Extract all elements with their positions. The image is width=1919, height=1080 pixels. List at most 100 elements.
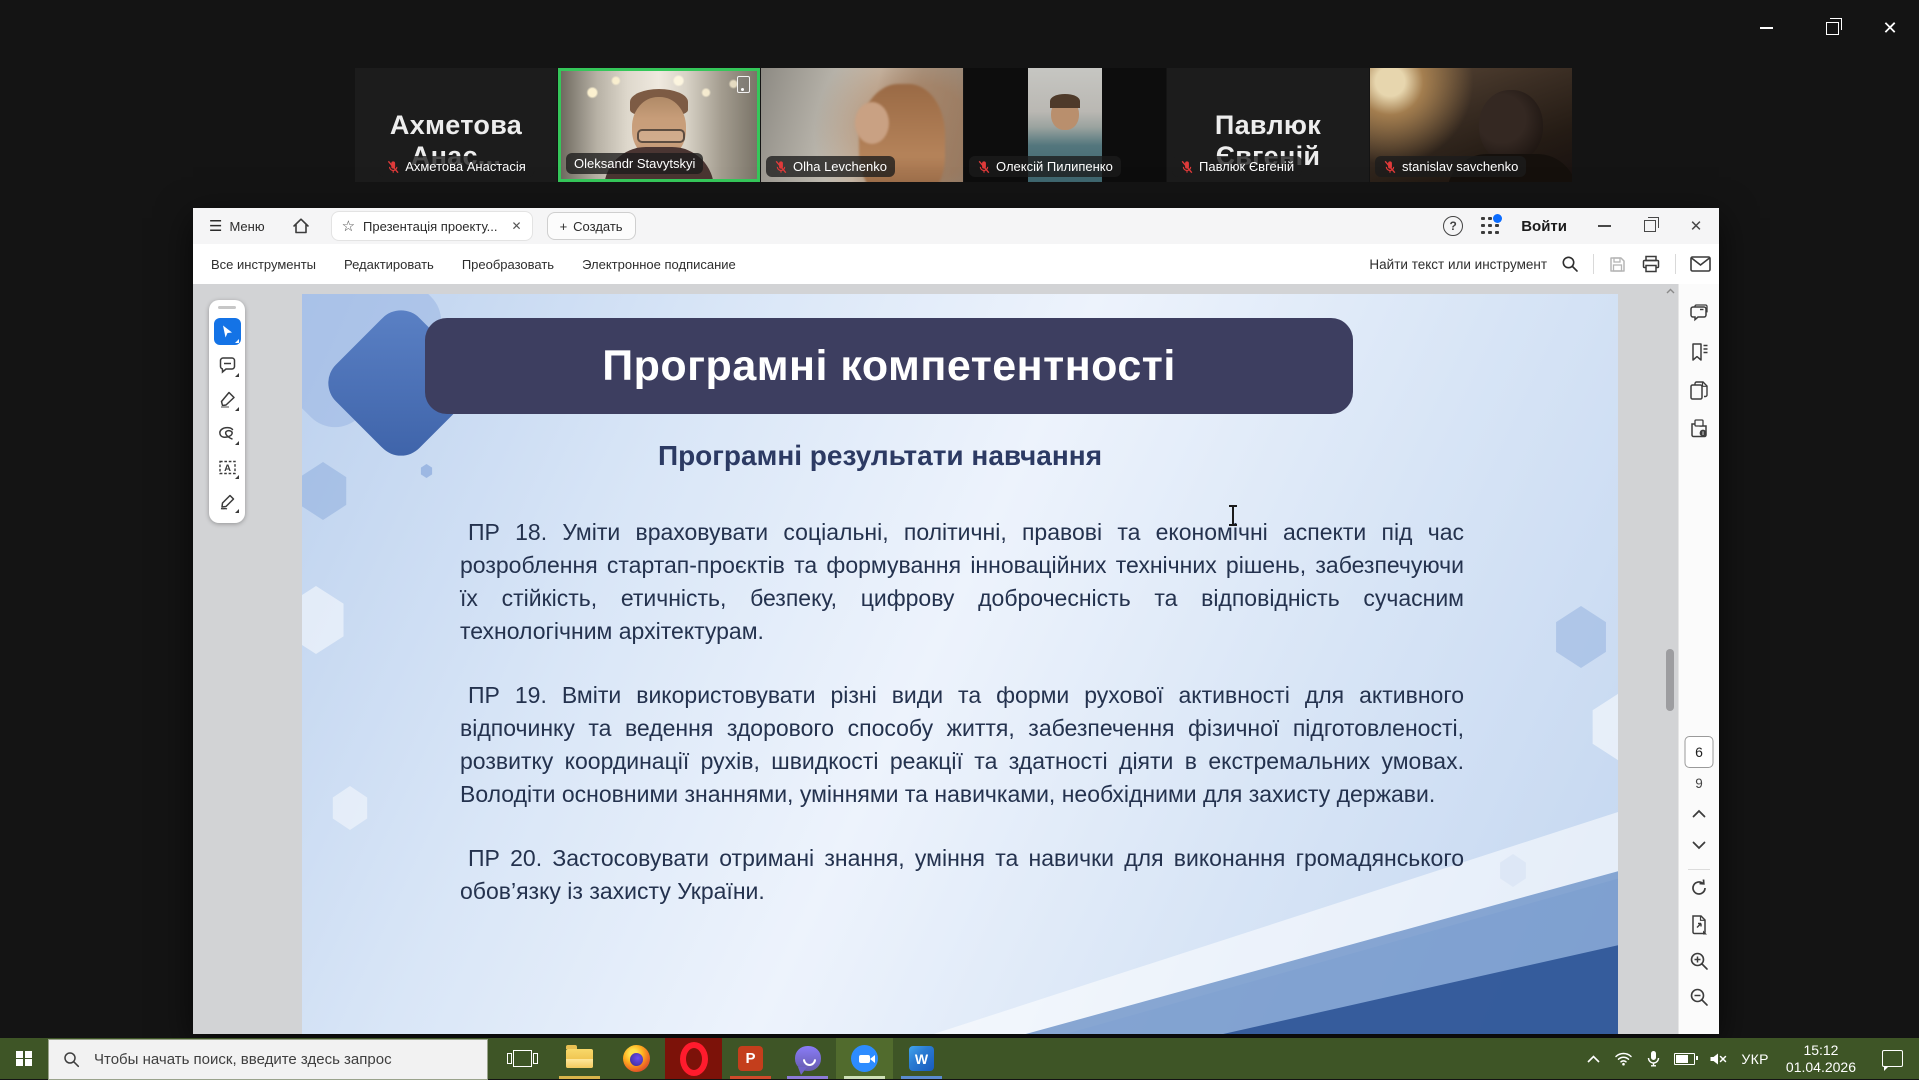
slide-title: Програмні компетентності: [602, 342, 1176, 391]
zoom-app-button[interactable]: [836, 1038, 893, 1079]
zoom-out-icon: [1689, 987, 1709, 1007]
text-cursor: [1228, 504, 1238, 528]
participant-tile[interactable]: stanislav savchenko: [1370, 68, 1572, 182]
rotate-page-button[interactable]: [1689, 878, 1709, 898]
acrobat-window: ☰ Меню ☆ Презентація проекту... ✕ + Созд…: [193, 208, 1719, 1034]
zoom-out-button[interactable]: [1689, 987, 1709, 1007]
lasso-icon: [217, 426, 237, 442]
powerpoint-button[interactable]: P: [722, 1038, 779, 1079]
rail-drag-handle[interactable]: [218, 306, 236, 309]
pdf-restore-button[interactable]: [1627, 208, 1673, 244]
minimize-icon: [1598, 225, 1611, 227]
minimize-icon: [1760, 27, 1773, 29]
task-view-button[interactable]: [494, 1038, 551, 1079]
viber-icon: [795, 1046, 821, 1071]
notification-icon: [1882, 1050, 1903, 1067]
zoom-minimize-button[interactable]: [1746, 14, 1786, 42]
text-box-tool-button[interactable]: A: [214, 454, 241, 481]
tab-close-icon[interactable]: ✕: [512, 219, 522, 233]
current-page-input[interactable]: 6: [1685, 736, 1714, 768]
language-indicator[interactable]: УКР: [1734, 1038, 1776, 1079]
toolbar-convert[interactable]: Преобразовать: [462, 257, 554, 272]
vertical-scrollbar[interactable]: [1664, 284, 1677, 1034]
bookmarks-panel-button[interactable]: [1688, 342, 1710, 362]
select-tool-button[interactable]: [214, 318, 241, 345]
document-pane: A Програмні компетентності Програмні ре: [193, 284, 1719, 1034]
decor-hexagon: [330, 786, 370, 830]
microphone-status[interactable]: [1640, 1038, 1667, 1079]
participant-tile[interactable]: Олексій Пилипенко: [964, 68, 1166, 182]
apps-grid-icon[interactable]: [1481, 217, 1499, 235]
slide-page[interactable]: Програмні компетентності Програмні резул…: [302, 294, 1618, 1034]
comments-panel-button[interactable]: [1688, 304, 1710, 324]
zoom-icon: [851, 1045, 878, 1072]
taskbar-search[interactable]: [48, 1039, 488, 1080]
previous-page-button[interactable]: [1692, 809, 1706, 818]
create-button[interactable]: + Создать: [547, 212, 636, 240]
battery-status[interactable]: [1667, 1038, 1702, 1079]
participant-tile-active-speaker[interactable]: Oleksandr Stavytskyi: [558, 68, 760, 182]
pdf-close-button[interactable]: ✕: [1673, 208, 1719, 244]
plus-icon: +: [560, 219, 568, 234]
mail-icon[interactable]: [1690, 256, 1711, 272]
pages-panel-button[interactable]: [1689, 380, 1709, 401]
highlight-tool-button[interactable]: [214, 386, 241, 413]
zoom-restore-button[interactable]: [1812, 14, 1852, 42]
participant-tile[interactable]: Павлюк Євгеній Павлюк Євгеній: [1167, 68, 1369, 182]
sign-in-button[interactable]: Войти: [1521, 218, 1567, 235]
clock[interactable]: 15:12 01.04.2026: [1776, 1042, 1866, 1076]
phone-icon: [737, 76, 750, 93]
participant-tile[interactable]: Olha Levchenko: [761, 68, 963, 182]
slide-subtitle: Програмні результати навчання: [302, 440, 1458, 472]
scroll-up-icon[interactable]: [1666, 288, 1675, 294]
paragraph-pr20: ПР 20. Застосовувати отримані знання, ум…: [460, 842, 1464, 908]
zoom-in-button[interactable]: [1689, 951, 1709, 971]
task-view-icon: [513, 1050, 532, 1067]
help-button[interactable]: ?: [1443, 216, 1463, 236]
search-icon[interactable]: [1561, 255, 1579, 273]
pdf-minimize-button[interactable]: [1581, 208, 1627, 244]
right-tools-rail: i 6 9: [1678, 284, 1719, 1034]
home-button[interactable]: [291, 216, 311, 236]
find-tool-label[interactable]: Найти текст или инструмент: [1369, 257, 1547, 272]
toolbar-edit[interactable]: Редактировать: [344, 257, 434, 272]
document-tab[interactable]: ☆ Презентація проекту... ✕: [331, 211, 533, 241]
paragraph-pr19: ПР 19. Вміти використовувати різні види …: [460, 679, 1464, 811]
volume-status[interactable]: [1702, 1038, 1734, 1079]
star-icon[interactable]: ☆: [342, 217, 355, 235]
scrollbar-thumb[interactable]: [1666, 649, 1674, 711]
chevron-up-icon: [1692, 809, 1706, 818]
next-page-button[interactable]: [1692, 841, 1706, 850]
attachments-panel-button[interactable]: i: [1688, 418, 1710, 439]
word-button[interactable]: W: [893, 1038, 950, 1079]
comment-tool-button[interactable]: [214, 352, 241, 379]
mic-muted-icon: [386, 160, 400, 174]
firefox-button[interactable]: [608, 1038, 665, 1079]
bookmark-icon: [1688, 342, 1710, 362]
page-view-button[interactable]: [1689, 914, 1709, 936]
action-center-button[interactable]: [1866, 1038, 1919, 1079]
menu-button[interactable]: ☰ Меню: [209, 217, 265, 235]
zoom-video-strip: Ахметова Анас... Ахметова Анастасія Olek…: [355, 68, 1572, 182]
toolbar-esign[interactable]: Электронное подписание: [582, 257, 736, 272]
save-icon[interactable]: [1608, 255, 1627, 274]
draw-tool-button[interactable]: [214, 420, 241, 447]
participant-tile[interactable]: Ахметова Анас... Ахметова Анастасія: [355, 68, 557, 182]
tray-expand-button[interactable]: [1580, 1038, 1607, 1079]
opera-button[interactable]: [665, 1038, 722, 1079]
zoom-close-button[interactable]: ✕: [1870, 14, 1910, 42]
start-button[interactable]: [0, 1038, 48, 1079]
print-icon[interactable]: [1641, 254, 1661, 274]
quick-tools-rail: A: [209, 300, 245, 523]
folder-icon: [566, 1049, 593, 1068]
network-status[interactable]: [1607, 1038, 1640, 1079]
fill-sign-tool-button[interactable]: [214, 488, 241, 515]
participant-name-label: Oleksandr Stavytskyi: [566, 153, 703, 174]
toolbar-all-tools[interactable]: Все инструменты: [211, 257, 316, 272]
zoom-in-icon: [1689, 951, 1709, 971]
windows-logo-icon: [16, 1051, 32, 1067]
search-input[interactable]: [92, 1050, 456, 1069]
close-icon: ✕: [1690, 217, 1703, 235]
viber-button[interactable]: [779, 1038, 836, 1079]
file-explorer-button[interactable]: [551, 1038, 608, 1079]
